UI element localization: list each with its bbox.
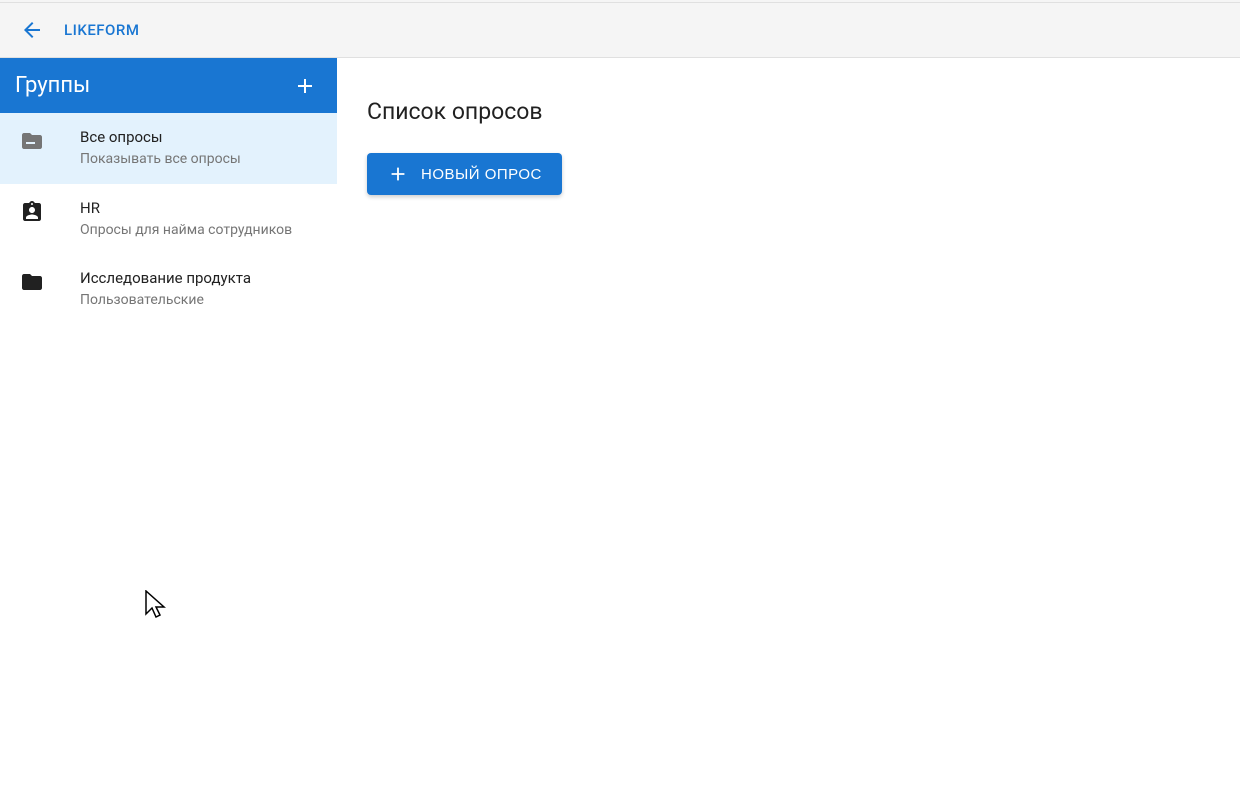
plus-icon [293,74,317,98]
new-survey-button[interactable]: НОВЫЙ ОПРОС [367,153,562,195]
sidebar-item-product-research[interactable]: Исследование продукта Пользовательские [0,254,337,325]
sidebar-item-subtitle: Пользовательские [80,291,317,311]
brand-logo[interactable]: LIKEFORM [64,21,139,39]
sidebar-item-title: HR [80,198,317,219]
sidebar-list: Все опросы Показывать все опросы HR Опро… [0,113,337,800]
folder-icon [20,270,60,298]
sidebar: Группы Все опросы Показывать все опросы [0,58,337,800]
sidebar-title: Группы [15,73,90,98]
plus-icon [387,163,409,185]
sidebar-item-all-surveys[interactable]: Все опросы Показывать все опросы [0,113,337,184]
sidebar-item-title: Все опросы [80,127,317,148]
add-group-button[interactable] [293,74,317,98]
page-title: Список опросов [367,98,1210,125]
sidebar-item-subtitle: Опросы для найма сотрудников [80,221,317,241]
content-wrapper: Группы Все опросы Показывать все опросы [0,58,1240,800]
folder-special-icon [20,129,60,157]
sidebar-item-subtitle: Показывать все опросы [80,150,317,170]
sidebar-item-title: Исследование продукта [80,268,317,289]
back-arrow-icon[interactable] [20,18,44,42]
main-content: Список опросов НОВЫЙ ОПРОС [337,58,1240,800]
person-folder-icon [20,200,60,228]
sidebar-item-hr[interactable]: HR Опросы для найма сотрудников [0,184,337,255]
sidebar-header: Группы [0,58,337,113]
header: LIKEFORM [0,3,1240,58]
new-survey-button-label: НОВЫЙ ОПРОС [421,166,542,183]
